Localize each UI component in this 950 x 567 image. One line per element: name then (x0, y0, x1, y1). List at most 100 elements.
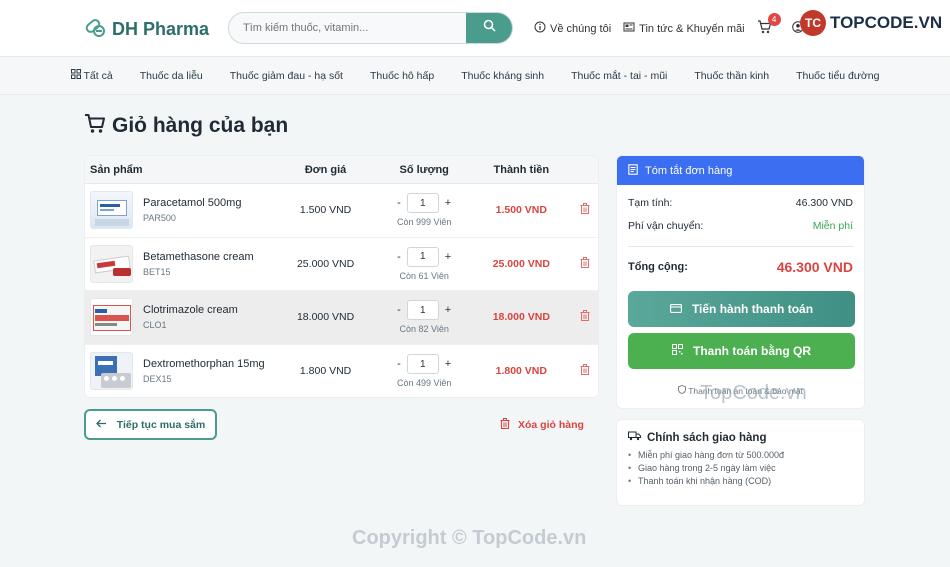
subtotal-label: Tạm tính: (628, 197, 673, 209)
increase-qty-button[interactable]: + (445, 304, 451, 316)
quantity-input[interactable]: 1 (406, 193, 439, 214)
line-total: 18.000 VND (492, 311, 550, 324)
category-nav: Tất cả Thuốc da liễu Thuốc giảm đau - hạ… (0, 57, 950, 95)
search-input[interactable] (229, 13, 459, 43)
stock-remaining: Còn 999 Viên (396, 217, 452, 228)
summary-divider (628, 246, 853, 247)
clear-cart-label: Xóa giỏ hàng (518, 419, 584, 431)
stock-remaining: Còn 499 Viên (396, 378, 452, 389)
table-row: Betamethasone cream BET15 25.000 VND - 1… (85, 238, 598, 291)
watermark-text: TopCode.vn (700, 382, 807, 404)
continue-shopping-button[interactable]: Tiếp tục mua sắm (84, 409, 217, 440)
table-row: Clotrimazole cream CLO1 18.000 VND - 1 +… (85, 291, 598, 345)
watermark-badge: TC (800, 10, 826, 36)
subtotal-value: 46.300 VND (795, 197, 853, 209)
trash-icon[interactable] (580, 255, 590, 272)
line-total: 1.500 VND (495, 204, 547, 217)
product-name[interactable]: Dextromethorphan 15mg (143, 358, 265, 370)
grid-icon (70, 69, 81, 82)
trash-icon[interactable] (580, 308, 590, 325)
trash-icon (500, 418, 510, 432)
product-code: PAR500 (143, 213, 176, 224)
quantity-input[interactable]: 1 (406, 354, 439, 375)
trash-icon[interactable] (580, 201, 590, 218)
column-header-product: Sản phẩm (90, 163, 143, 176)
shipping-value: Miễn phí (812, 220, 853, 232)
qr-payment-label: Thanh toán bằng QR (693, 344, 811, 358)
product-name[interactable]: Clotrimazole cream (143, 304, 238, 316)
stock-remaining: Còn 61 Viên (399, 270, 449, 281)
shipping-row: Phí vận chuyển: Miễn phí (628, 220, 853, 232)
cart-icon (757, 20, 772, 37)
table-header: Sản phẩm Đơn giá Số lượng Thành tiền (85, 156, 598, 184)
policy-item: Giao hàng trong 2-5 ngày làm việc (628, 463, 853, 473)
unit-price: 25.000 VND (296, 257, 355, 270)
decrease-qty-button[interactable]: - (397, 304, 401, 316)
product-image (90, 191, 133, 230)
info-icon (534, 21, 546, 36)
header: DH Pharma Về chúng tôi Tin tức & Khuyến … (0, 0, 950, 57)
news-link-label: Tin tức & Khuyến mãi (639, 22, 745, 35)
increase-qty-button[interactable]: + (445, 251, 451, 263)
product-name[interactable]: Paracetamol 500mg (143, 197, 241, 209)
shield-icon (678, 385, 688, 396)
total-label: Tổng cộng: (628, 261, 688, 273)
copyright-watermark: Copyright © TopCode.vn (352, 527, 587, 549)
column-header-price: Đơn giá (304, 163, 347, 176)
search-icon (483, 19, 496, 37)
search-box (228, 12, 513, 44)
increase-qty-button[interactable]: + (445, 197, 451, 209)
unit-price: 18.000 VND (296, 311, 355, 324)
clear-cart-button[interactable]: Xóa giỏ hàng (500, 418, 584, 432)
product-image (90, 244, 133, 283)
policy-title: Chính sách giao hàng (628, 431, 853, 444)
watermark-brand: TOPCODE.VN (830, 13, 943, 32)
cart-icon (84, 113, 106, 139)
category-neurology[interactable]: Thuốc thần kinh (694, 70, 769, 82)
order-summary: Tóm tắt đơn hàng Tạm tính: 46.300 VND Ph… (616, 155, 865, 409)
category-diabetes[interactable]: Thuốc tiểu đường (796, 70, 879, 82)
cart-button[interactable]: 4 (757, 13, 781, 37)
subtotal-row: Tạm tính: 46.300 VND (628, 197, 853, 209)
category-eye-ear-nose[interactable]: Thuốc mắt - tai - mũi (571, 70, 667, 82)
shipping-policy: Chính sách giao hàng Miễn phí giao hàng … (616, 419, 865, 506)
brand-logo[interactable]: DH Pharma (84, 16, 209, 43)
category-pain-fever[interactable]: Thuốc giảm đau - hạ sốt (230, 70, 343, 82)
summary-title: Tóm tắt đơn hàng (645, 164, 733, 177)
product-image (90, 352, 133, 391)
table-row: Dextromethorphan 15mg DEX15 1.800 VND - … (85, 345, 598, 398)
news-link[interactable]: Tin tức & Khuyến mãi (623, 21, 745, 36)
quantity-input[interactable]: 1 (406, 246, 439, 267)
decrease-qty-button[interactable]: - (397, 358, 401, 370)
product-name[interactable]: Betamethasone cream (143, 251, 254, 263)
shipping-label: Phí vận chuyển: (628, 220, 704, 232)
receipt-icon (628, 163, 638, 178)
trash-icon[interactable] (580, 362, 590, 379)
category-label: Thuốc mắt - tai - mũi (571, 69, 668, 82)
category-all[interactable]: Tất cả (70, 69, 113, 82)
qr-payment-button[interactable]: Thanh toán bằng QR (628, 333, 855, 369)
category-respiratory[interactable]: Thuốc hô hấp (370, 70, 434, 82)
brand-name: DH Pharma (112, 19, 210, 39)
category-label: Thuốc hô hấp (369, 69, 435, 82)
policy-title-text: Chính sách giao hàng (647, 431, 767, 444)
increase-qty-button[interactable]: + (445, 358, 451, 370)
search-button[interactable] (466, 13, 512, 43)
page-title: Giỏ hàng của bạn (84, 113, 288, 139)
decrease-qty-button[interactable]: - (397, 251, 401, 263)
category-antibiotics[interactable]: Thuốc kháng sinh (461, 70, 544, 82)
checkout-button[interactable]: Tiến hành thanh toán (628, 291, 855, 327)
page-title-text: Giỏ hàng của bạn (112, 114, 289, 137)
column-header-qty: Số lượng (399, 163, 449, 176)
about-link[interactable]: Về chúng tôi (534, 21, 611, 36)
watermark-logo: TC TOPCODE.VN (800, 10, 942, 36)
top-links: Về chúng tôi Tin tức & Khuyến mãi 4 (534, 13, 804, 37)
decrease-qty-button[interactable]: - (397, 197, 401, 209)
pill-icon (84, 16, 106, 43)
category-dermatology[interactable]: Thuốc da liễu (140, 70, 203, 82)
qr-code-icon (672, 344, 683, 358)
continue-shopping-label: Tiếp tục mua sắm (116, 418, 206, 431)
quantity-input[interactable]: 1 (406, 300, 439, 321)
product-code: BET15 (143, 266, 171, 277)
newspaper-icon (623, 21, 635, 36)
